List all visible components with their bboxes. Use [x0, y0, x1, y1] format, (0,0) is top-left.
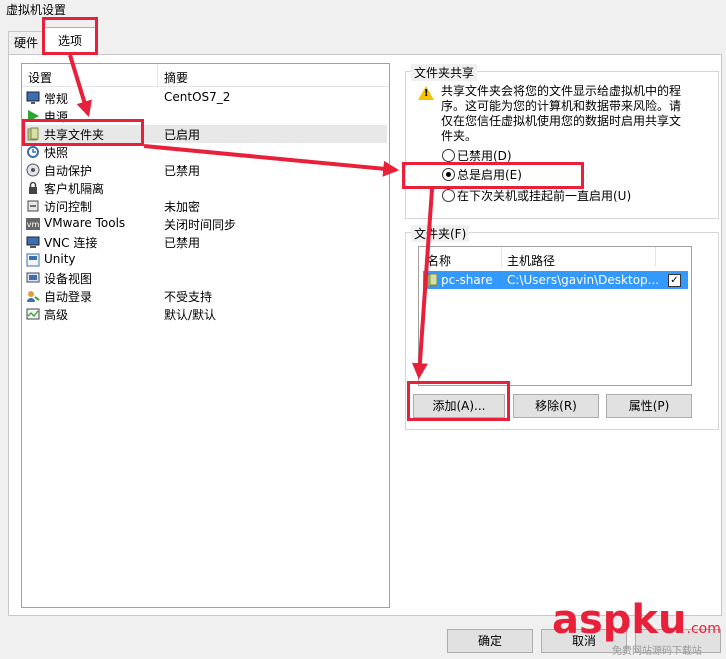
radio-disabled[interactable]: [442, 149, 455, 162]
ok-button[interactable]: 确定: [447, 629, 533, 653]
vm-icon: vm: [26, 218, 40, 230]
shared-folder-icon: [427, 273, 438, 287]
watermark-tld: .com: [686, 621, 721, 637]
tab-hardware[interactable]: 硬件: [8, 31, 44, 54]
header-summary: 摘要: [164, 71, 189, 85]
sharing-description: 共享文件夹会将您的文件显示给虚拟机中的程序。这可能为您的计算机和数据带来风险。请…: [441, 84, 682, 143]
folders-list[interactable]: 名称 主机路径 pc-share C:\Users\gavin\Desktop.…: [418, 246, 692, 386]
annotation-box-always-enabled: [402, 162, 584, 189]
settings-row-general[interactable]: 常规 CentOS7_2: [22, 89, 387, 107]
settings-row-vmware-tools[interactable]: vm VMware Tools 关闭时间同步: [22, 215, 387, 233]
annotation-box-shared-folders: [22, 119, 144, 146]
unity-icon: [26, 253, 40, 267]
folder-row[interactable]: pc-share C:\Users\gavin\Desktop... ✓: [423, 271, 688, 289]
settings-list-header: 设置 摘要: [22, 64, 389, 87]
folder-sharing-title: 文件夹共享: [411, 64, 478, 81]
folders-title: 文件夹(F): [411, 225, 470, 242]
remove-button[interactable]: 移除(R): [513, 394, 599, 418]
radio-until-poweroff[interactable]: [442, 189, 455, 202]
monitor-icon: [26, 91, 40, 104]
folders-column-divider-2: [655, 247, 656, 267]
radio-until-poweroff-label[interactable]: 在下次关机或挂起前一直启用(U): [457, 187, 631, 204]
folders-header-name: 名称: [427, 254, 452, 268]
svg-text:vm: vm: [27, 220, 40, 229]
device-view-icon: [26, 272, 40, 283]
watermark-brand: aspku: [552, 597, 687, 643]
settings-row-vnc[interactable]: VNC 连接 已禁用: [22, 233, 387, 251]
watermark-tagline: 免费网站源码下载站: [612, 646, 702, 657]
settings-row-device-view[interactable]: 设备视图: [22, 269, 387, 287]
settings-row-guest-isolation[interactable]: 客户机隔离: [22, 179, 387, 197]
warning-icon-mark: !: [424, 88, 429, 99]
autologin-icon: [27, 291, 40, 302]
annotation-box-options-tab: [42, 17, 98, 55]
properties-button[interactable]: 属性(P): [606, 394, 692, 418]
autoprotect-icon: [26, 163, 40, 177]
access-control-icon: [27, 200, 39, 212]
snapshot-icon: [27, 146, 39, 158]
advanced-icon: [26, 308, 40, 320]
window-title: 虚拟机设置: [6, 3, 67, 17]
annotation-box-add-button: [407, 381, 510, 421]
column-divider: [157, 64, 158, 86]
folder-enabled-checkbox[interactable]: ✓: [668, 274, 681, 287]
folder-name: pc-share: [441, 273, 493, 287]
settings-row-access-control[interactable]: 访问控制 未加密: [22, 197, 387, 215]
isolation-icon: [29, 181, 37, 194]
folder-host-path: C:\Users\gavin\Desktop...: [507, 273, 660, 287]
settings-row-advanced[interactable]: 高级 默认/默认: [22, 305, 387, 323]
header-setting: 设置: [28, 71, 53, 85]
folders-header-host-path: 主机路径: [507, 254, 556, 268]
vnc-icon: [26, 236, 40, 248]
folders-column-divider: [501, 247, 502, 267]
settings-row-autoprotect[interactable]: 自动保护 已禁用: [22, 161, 387, 179]
settings-row-unity[interactable]: Unity: [22, 251, 387, 269]
settings-row-autologin[interactable]: 自动登录 不受支持: [22, 287, 387, 305]
